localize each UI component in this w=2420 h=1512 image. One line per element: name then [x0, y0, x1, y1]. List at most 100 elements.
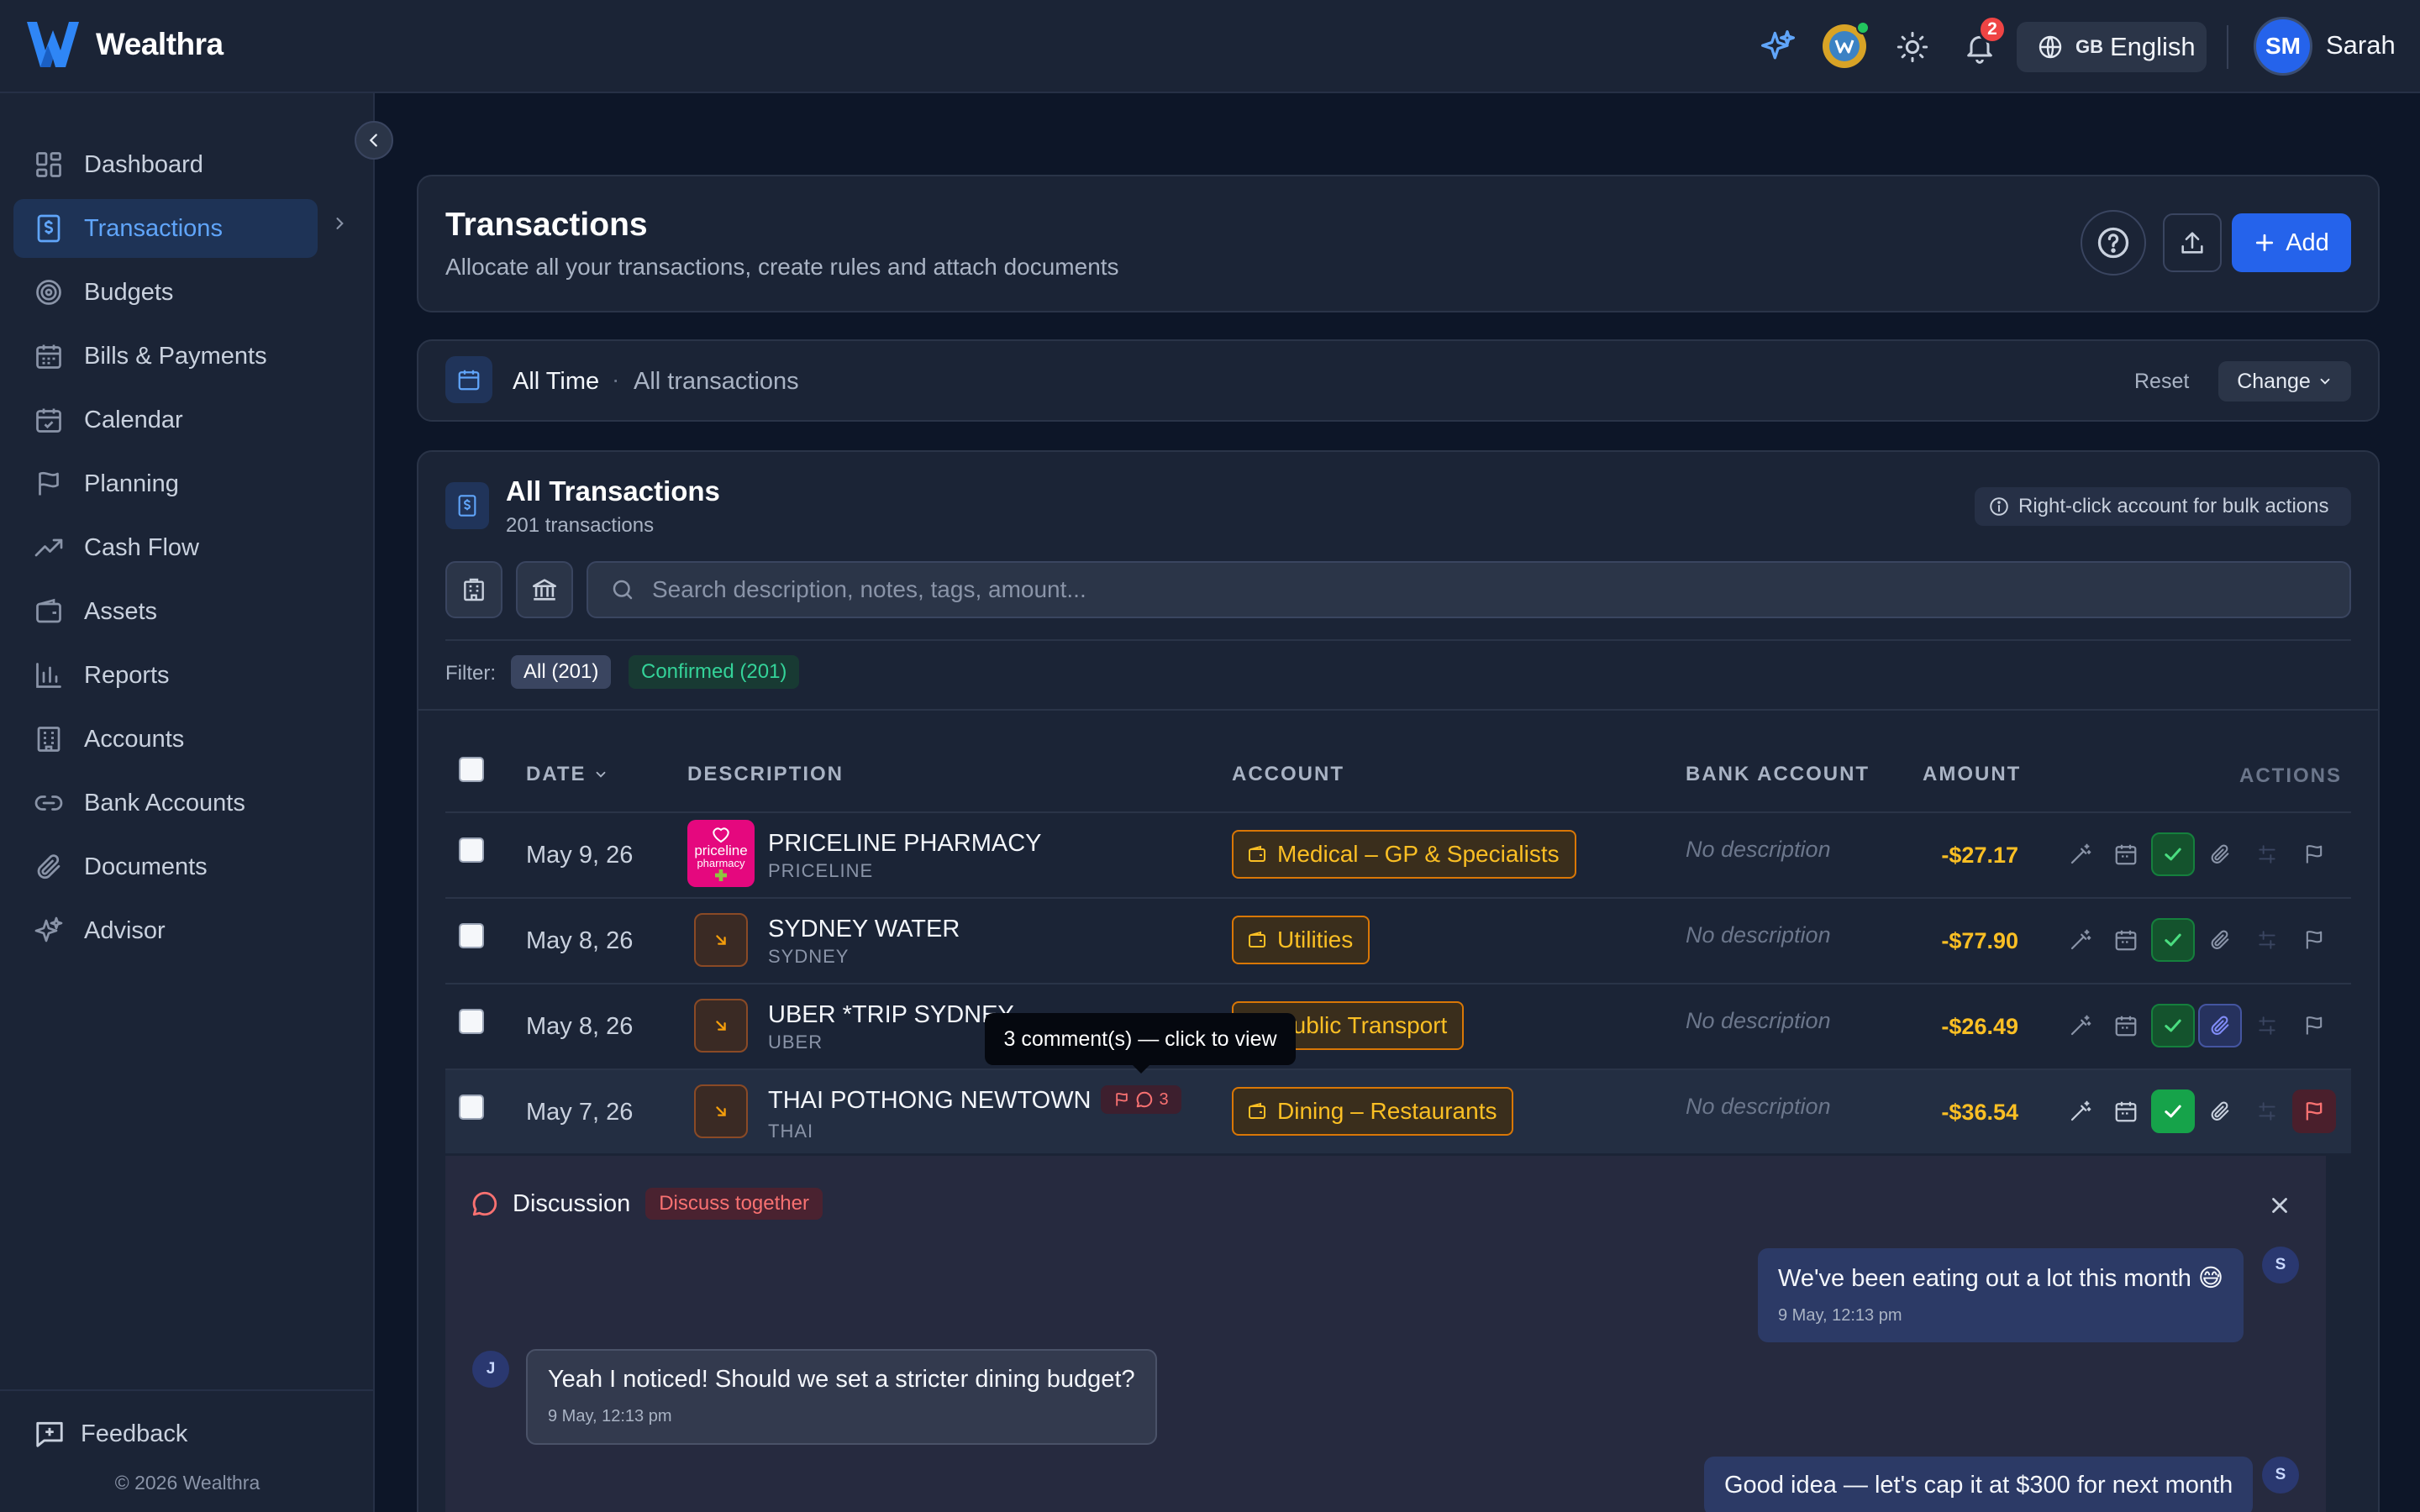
ai-sparkle-button[interactable]: [1758, 27, 1798, 67]
schedule-button[interactable]: [2104, 1004, 2148, 1047]
auto-categorize-button[interactable]: [2059, 1004, 2102, 1047]
comment-count-badge[interactable]: 3: [1101, 1085, 1181, 1114]
confirm-button[interactable]: [2151, 832, 2195, 876]
sidebar-item-assets[interactable]: Assets: [13, 582, 318, 641]
brand[interactable]: Wealthra: [25, 18, 224, 71]
user-avatar[interactable]: SM: [2254, 17, 2312, 76]
sidebar-item-dashboard[interactable]: Dashboard: [13, 135, 318, 194]
filter-chip-all[interactable]: All (201): [511, 655, 612, 689]
add-button-label: Add: [2286, 228, 2329, 256]
feedback-button[interactable]: Feedback: [34, 1418, 187, 1450]
notification-count-badge: 2: [1978, 15, 2007, 44]
schedule-button[interactable]: [2104, 832, 2148, 876]
split-button[interactable]: [2245, 918, 2289, 962]
sidebar-item-budgets[interactable]: Budgets: [13, 263, 318, 322]
schedule-button[interactable]: [2104, 1089, 2148, 1133]
user-name[interactable]: Sarah: [2326, 30, 2396, 60]
sidebar-item-label: Transactions: [84, 214, 223, 242]
row-amount: -$77.90: [1941, 928, 2018, 953]
split-button[interactable]: [2245, 1089, 2289, 1133]
row-account-tag[interactable]: Medical – GP & Specialists: [1232, 830, 1576, 879]
row-account-tag[interactable]: Utilities: [1232, 916, 1370, 964]
calendar-icon: [458, 370, 480, 391]
row-checkbox[interactable]: [459, 837, 484, 863]
sidebar-item-bills-payments[interactable]: Bills & Payments: [13, 327, 318, 386]
language-label: English: [2110, 32, 2196, 61]
schedule-button[interactable]: [2104, 918, 2148, 962]
row-merchant: SYDNEY: [768, 946, 850, 967]
help-button[interactable]: [2081, 210, 2146, 276]
feedback-label: Feedback: [81, 1420, 188, 1447]
sidebar-item-calendar[interactable]: Calendar: [13, 391, 318, 449]
sidebar-item-accounts[interactable]: Accounts: [13, 710, 318, 769]
confirm-button[interactable]: [2151, 918, 2195, 962]
building-icon: [37, 727, 60, 752]
row-checkbox[interactable]: [459, 1009, 484, 1034]
sidebar-item-label: Accounts: [84, 725, 185, 753]
filter-chip-confirmed[interactable]: Confirmed (201): [629, 655, 800, 689]
sidebar-item-reports[interactable]: Reports: [13, 646, 318, 705]
row-description: UBER *TRIP SYDNEY: [768, 1001, 1014, 1028]
select-all-checkbox[interactable]: [459, 757, 484, 782]
flag-button-active[interactable]: [2292, 1089, 2336, 1133]
column-header-date[interactable]: DATE: [526, 763, 608, 786]
attach-button[interactable]: [2198, 918, 2242, 962]
discussion-close-button[interactable]: [2267, 1193, 2292, 1218]
attach-button-active[interactable]: [2198, 1004, 2242, 1047]
flag-button[interactable]: [2292, 918, 2336, 962]
auto-categorize-button[interactable]: [2059, 832, 2102, 876]
sidebar-item-label: Assets: [84, 597, 158, 625]
attach-button[interactable]: [2198, 1089, 2242, 1133]
rewards-button[interactable]: [1820, 22, 1869, 71]
auto-categorize-button[interactable]: [2059, 1089, 2102, 1133]
sidebar-item-cash-flow[interactable]: Cash Flow: [13, 518, 318, 577]
filter-accounts-button[interactable]: [445, 561, 502, 618]
check-icon: [2165, 933, 2181, 947]
column-header-date-label: DATE: [526, 763, 587, 785]
row-amount: -$36.54: [1941, 1100, 2018, 1125]
confirm-button[interactable]: [2151, 1089, 2195, 1133]
sidebar-item-bank-accounts[interactable]: Bank Accounts: [13, 774, 318, 832]
transactions-title: All Transactions: [506, 475, 720, 507]
transactions-count: 201 transactions: [506, 514, 655, 537]
arrow-down-right-icon: [716, 935, 726, 945]
calendar-grid-icon: [36, 344, 61, 369]
medal-icon: [1823, 22, 1869, 68]
date-range-icon-box[interactable]: [445, 356, 492, 403]
chat-avatar: S: [2262, 1457, 2299, 1494]
sidebar-item-advisor[interactable]: Advisor: [13, 901, 318, 960]
split-button[interactable]: [2245, 1004, 2289, 1047]
row-checkbox[interactable]: [459, 1095, 484, 1120]
sidebar-item-planning[interactable]: Planning: [13, 454, 318, 513]
search-input[interactable]: [652, 576, 2249, 603]
sidebar-item-transactions[interactable]: Transactions: [13, 199, 318, 258]
attach-button[interactable]: [2198, 832, 2242, 876]
row-account-tag[interactable]: Dining – Restaurants: [1232, 1087, 1514, 1136]
upload-button[interactable]: [2163, 213, 2222, 272]
discussion-header: Discussion Discuss together: [471, 1188, 823, 1220]
row-checkbox[interactable]: [459, 923, 484, 948]
transactions-expand-chevron[interactable]: [331, 215, 348, 232]
flag-button[interactable]: [2292, 1004, 2336, 1047]
confirm-button[interactable]: [2151, 1004, 2195, 1047]
chat-message-time: 9 May, 12:13 pm: [1778, 1306, 1902, 1325]
filter-banks-button[interactable]: [516, 561, 573, 618]
language-flag: GB: [2075, 36, 2103, 57]
reset-button[interactable]: Reset: [2134, 370, 2189, 394]
split-button[interactable]: [2245, 832, 2289, 876]
top-bar: Wealthra 2 GB English SM Sarah: [0, 0, 2420, 93]
auto-categorize-button[interactable]: [2059, 918, 2102, 962]
flag-button[interactable]: [2292, 832, 2336, 876]
row-description: PRICELINE PHARMACY: [768, 830, 1042, 857]
theme-toggle[interactable]: [1894, 29, 1931, 66]
merchant-icon: [694, 1084, 748, 1138]
change-range-button[interactable]: Change: [2218, 361, 2351, 402]
sidebar-collapse-button[interactable]: [355, 121, 393, 160]
sidebar-item-documents[interactable]: Documents: [13, 837, 318, 896]
add-transaction-button[interactable]: Add: [2232, 213, 2351, 272]
search-box[interactable]: [587, 561, 2351, 618]
bank-icon: [532, 579, 557, 601]
row-date: May 7, 26: [526, 1099, 634, 1126]
language-selector[interactable]: GB English: [2017, 22, 2207, 72]
chat-message-text: We've been eating out a lot this month 😅: [1778, 1265, 2224, 1292]
